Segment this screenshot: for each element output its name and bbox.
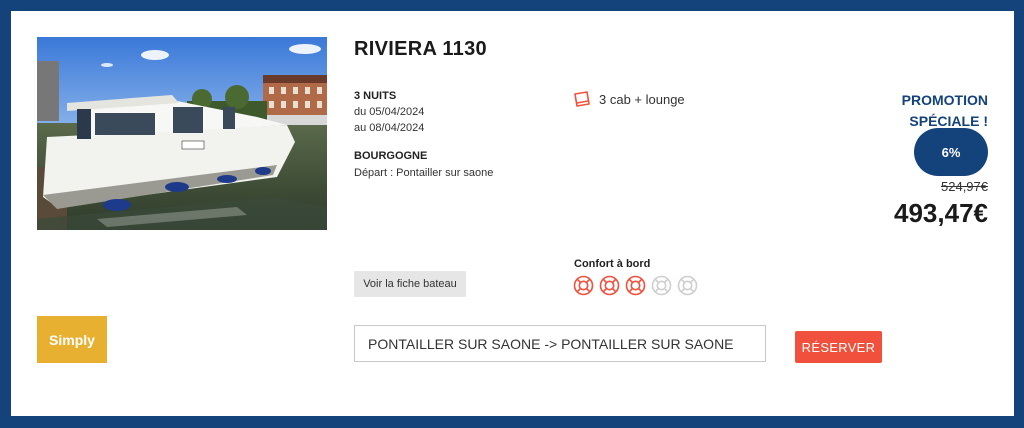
nights-count: 3 NUITS bbox=[354, 90, 397, 102]
lifebuoy-icon bbox=[677, 275, 698, 296]
discount-badge: 6% bbox=[914, 128, 988, 176]
promotion-line-1: PROMOTION bbox=[901, 92, 988, 108]
region: BOURGOGNE bbox=[354, 150, 428, 162]
lifebuoy-icon bbox=[599, 275, 620, 296]
cabins-info: 3 cab + lounge bbox=[573, 91, 685, 107]
boat-photo[interactable] bbox=[37, 37, 327, 230]
lifebuoy-icon bbox=[651, 275, 672, 296]
reserve-button[interactable]: RÉSERVER bbox=[795, 331, 882, 363]
date-to: au 08/04/2024 bbox=[354, 122, 425, 134]
boat-title: RIVIERA 1130 bbox=[354, 38, 487, 60]
cabins-label: 3 cab + lounge bbox=[599, 91, 685, 107]
category-badge: Simply bbox=[37, 316, 107, 363]
old-price: 524,97€ bbox=[941, 179, 988, 194]
date-from: du 05/04/2024 bbox=[354, 106, 425, 118]
boat-offer-card: Simply RIVIERA 1130 3 NUITS du 05/04/202… bbox=[11, 11, 1014, 416]
promotion-label: PROMOTION SPÉCIALE ! bbox=[848, 90, 988, 132]
current-price: 493,47€ bbox=[894, 198, 988, 228]
route-field: PONTAILLER SUR SAONE -> PONTAILLER SUR S… bbox=[354, 325, 766, 362]
departure: Départ : Pontailler sur saone bbox=[354, 167, 494, 179]
view-boat-sheet-button[interactable]: Voir la fiche bateau bbox=[354, 271, 466, 297]
lifebuoy-icon bbox=[625, 275, 646, 296]
comfort-rating bbox=[573, 275, 698, 296]
bed-icon bbox=[573, 91, 591, 107]
lifebuoy-icon bbox=[573, 275, 594, 296]
comfort-label: Confort à bord bbox=[574, 258, 651, 270]
